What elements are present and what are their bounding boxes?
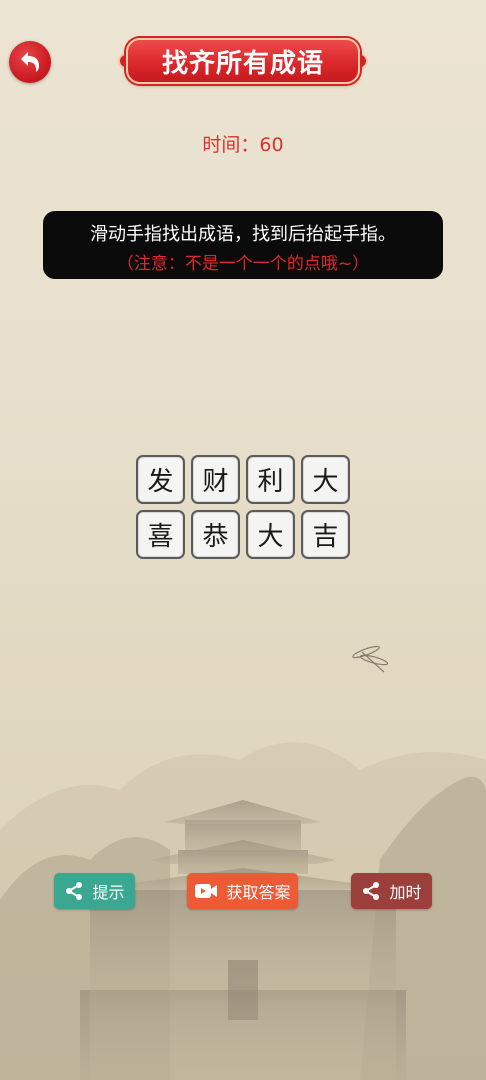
hint-button[interactable]: 提示 [54,873,135,909]
share-icon [66,882,83,900]
char-tile[interactable]: 利 [246,455,295,504]
instructions-panel: 滑动手指找出成语，找到后抬起手指。 （注意：不是一个一个的点哦~） [43,211,443,279]
video-icon [195,884,218,898]
share-icon [363,882,380,900]
back-arrow-icon [21,52,39,72]
char-tile[interactable]: 吉 [301,510,350,559]
hint-button-label: 提示 [92,883,125,902]
char-tile[interactable]: 财 [191,455,240,504]
character-grid: 发 财 利 大 喜 恭 大 吉 [136,455,351,559]
char-tile[interactable]: 喜 [136,510,185,559]
add-time-button-label: 加时 [389,883,422,902]
char-tile[interactable]: 大 [301,455,350,504]
instructions-note: （注意：不是一个一个的点哦~） [116,254,370,274]
get-answer-button[interactable]: 获取答案 [187,873,298,909]
char-tile[interactable]: 发 [136,455,185,504]
instructions-main: 滑动手指找出成语，找到后抬起手指。 [90,224,396,245]
get-answer-button-label: 获取答案 [226,883,291,902]
page-title: 找齐所有成语 [161,49,324,79]
char-tile[interactable]: 大 [246,510,295,559]
back-button[interactable] [9,41,51,83]
title-banner: 找齐所有成语 [118,36,368,86]
char-tile[interactable]: 恭 [191,510,240,559]
add-time-button[interactable]: 加时 [351,873,432,909]
timer-text: 时间：60 [202,134,284,156]
